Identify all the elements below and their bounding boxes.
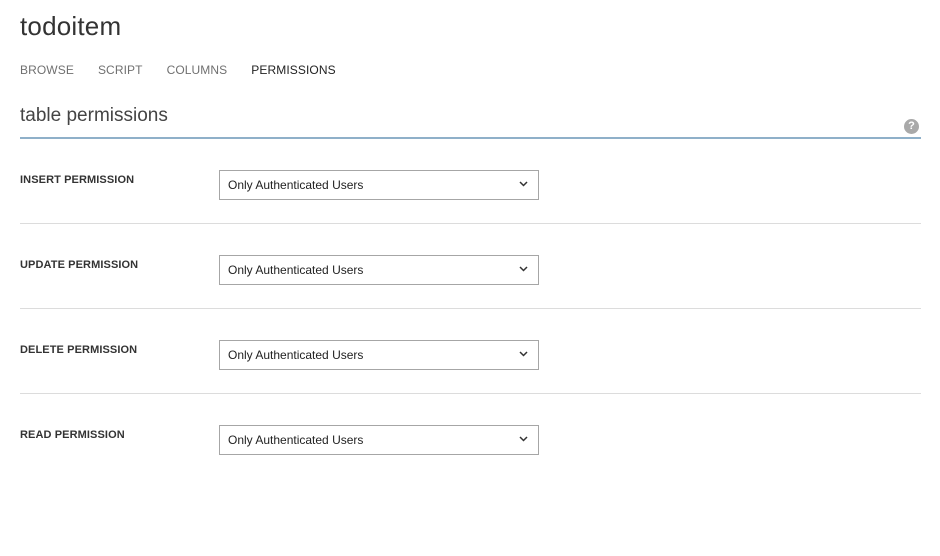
chevron-down-icon — [519, 181, 528, 187]
page: todoitem BROWSE SCRIPT COLUMNS PERMISSIO… — [0, 0, 940, 556]
chevron-down-icon — [519, 351, 528, 357]
section-header: table permissions ? — [20, 100, 921, 139]
delete-permission-select[interactable]: Only Authenticated Users — [219, 340, 539, 370]
insert-permission-row: INSERT PERMISSION Only Authenticated Use… — [20, 138, 921, 224]
read-permission-row: READ PERMISSION Only Authenticated Users — [20, 393, 921, 478]
tab-browse[interactable]: BROWSE — [20, 62, 74, 78]
read-permission-label: READ PERMISSION — [20, 429, 125, 441]
chevron-down-icon — [519, 266, 528, 272]
chevron-down-icon — [519, 436, 528, 442]
section-title: table permissions — [20, 105, 168, 126]
read-permission-select[interactable]: Only Authenticated Users — [219, 425, 539, 455]
delete-permission-value: Only Authenticated Users — [228, 348, 364, 362]
insert-permission-value: Only Authenticated Users — [228, 178, 364, 192]
delete-permission-row: DELETE PERMISSION Only Authenticated Use… — [20, 308, 921, 394]
tab-bar: BROWSE SCRIPT COLUMNS PERMISSIONS — [20, 62, 360, 78]
delete-permission-label: DELETE PERMISSION — [20, 344, 138, 356]
insert-permission-select[interactable]: Only Authenticated Users — [219, 170, 539, 200]
read-permission-value: Only Authenticated Users — [228, 433, 364, 447]
tab-permissions[interactable]: PERMISSIONS — [251, 62, 335, 78]
tab-columns[interactable]: COLUMNS — [167, 62, 228, 78]
insert-permission-label: INSERT PERMISSION — [20, 174, 135, 186]
help-icon[interactable]: ? — [904, 119, 919, 134]
update-permission-label: UPDATE PERMISSION — [20, 259, 139, 271]
tab-script[interactable]: SCRIPT — [98, 62, 143, 78]
update-permission-value: Only Authenticated Users — [228, 263, 364, 277]
update-permission-row: UPDATE PERMISSION Only Authenticated Use… — [20, 223, 921, 309]
page-title: todoitem — [20, 11, 122, 41]
update-permission-select[interactable]: Only Authenticated Users — [219, 255, 539, 285]
